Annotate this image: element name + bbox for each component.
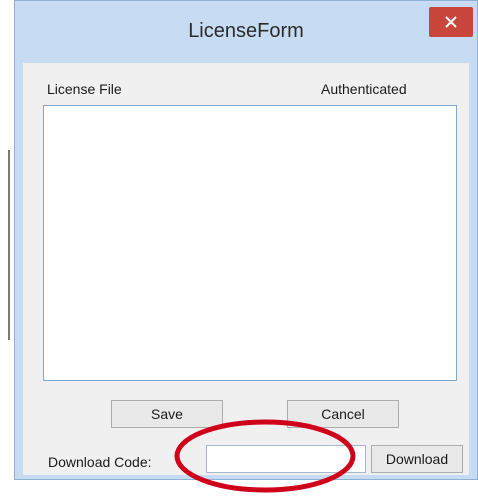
title-bar[interactable]: LicenseForm — [15, 1, 477, 63]
download-button[interactable]: Download — [371, 445, 463, 473]
column-header-authenticated: Authenticated — [321, 81, 407, 97]
page: LicenseForm License File Authenticated S… — [0, 0, 478, 497]
cancel-button[interactable]: Cancel — [287, 400, 399, 428]
client-area: License File Authenticated Save Cancel D… — [23, 63, 469, 475]
download-code-input[interactable] — [206, 445, 366, 473]
license-list[interactable] — [43, 105, 457, 381]
close-icon — [445, 16, 457, 28]
background-edge — [8, 150, 10, 340]
close-button[interactable] — [429, 7, 473, 37]
window-title: LicenseForm — [188, 20, 304, 42]
download-code-label: Download Code: — [48, 454, 152, 470]
column-header-license-file: License File — [47, 81, 122, 97]
license-form-window: LicenseForm License File Authenticated S… — [14, 0, 478, 480]
save-button[interactable]: Save — [111, 400, 223, 428]
